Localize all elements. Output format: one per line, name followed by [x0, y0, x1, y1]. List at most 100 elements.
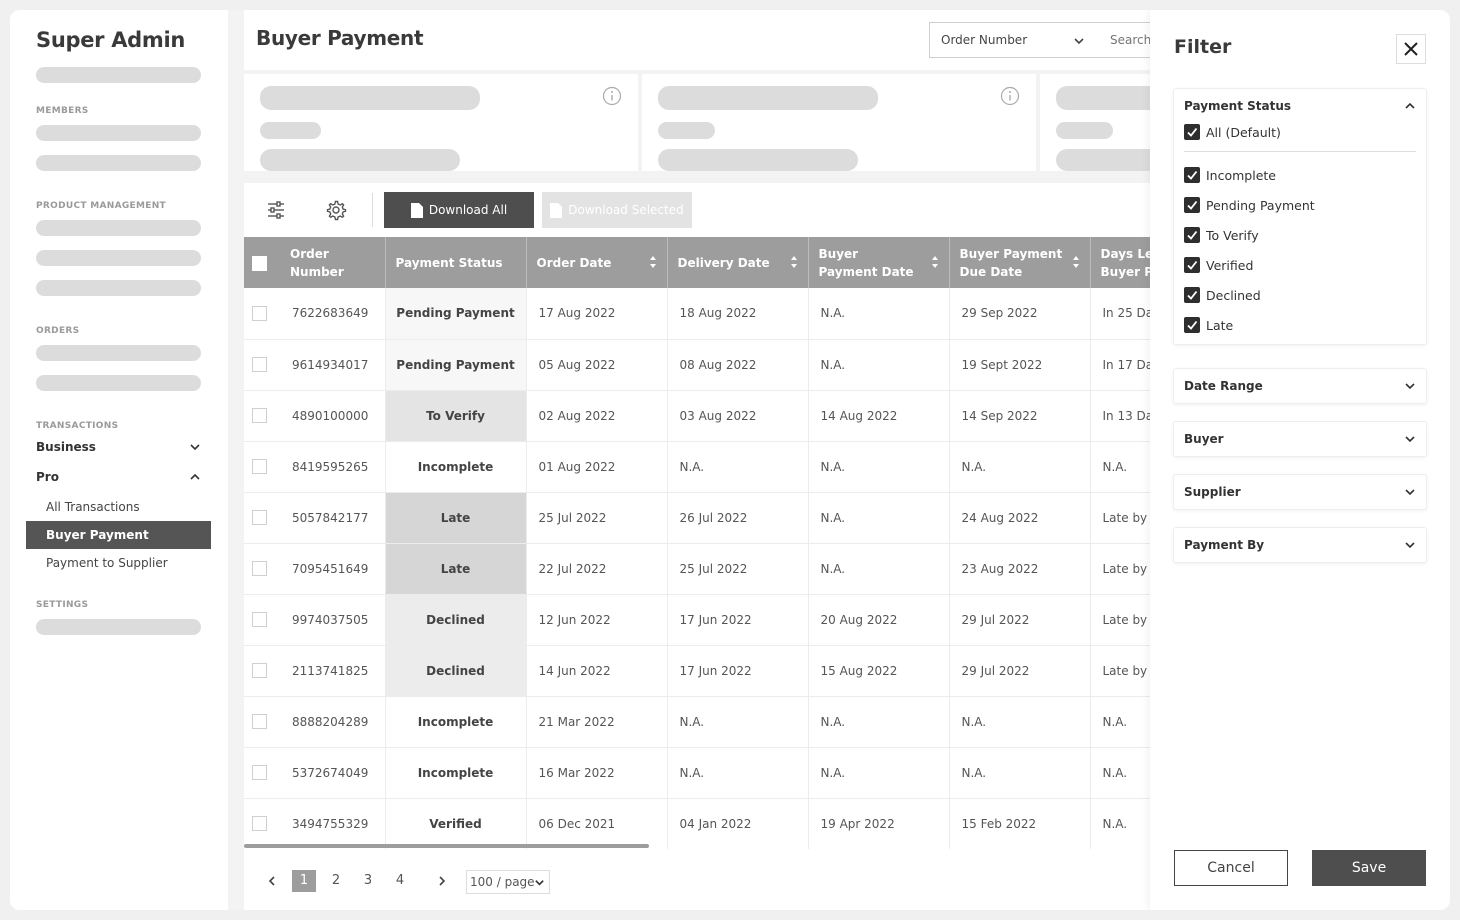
save-button[interactable]: Save: [1312, 850, 1426, 886]
cell-pay-date: N.A.: [808, 543, 950, 594]
nav-group-business[interactable]: Business: [36, 440, 201, 454]
chevron-right-icon[interactable]: [437, 876, 447, 886]
table-row[interactable]: 8419595265 Incomplete 01 Aug 2022 N.A. N.A. N…: [244, 441, 1305, 492]
search-field-select[interactable]: Order Number: [929, 22, 1100, 58]
filter-section: Buyer: [1173, 421, 1427, 457]
close-button[interactable]: [1396, 34, 1426, 64]
sidebar-item-all-transactions[interactable]: All Transactions: [26, 493, 211, 521]
horizontal-scrollbar[interactable]: [244, 844, 649, 848]
checkbox-option[interactable]: Verified: [1174, 250, 1426, 280]
row-checkbox[interactable]: [252, 714, 267, 729]
column-header-label: Delivery Date: [677, 255, 770, 270]
sliders-icon[interactable]: [265, 199, 287, 221]
row-checkbox[interactable]: [252, 612, 267, 627]
chevron-down-icon: [1405, 383, 1415, 390]
info-icon[interactable]: [1000, 86, 1020, 106]
download-all-label: Download All: [428, 203, 508, 217]
checkbox-checked[interactable]: [1184, 227, 1200, 243]
column-header-buyer-payment-date[interactable]: Buyer Payment Date: [808, 237, 950, 288]
chevron-left-icon[interactable]: [267, 876, 277, 886]
page-button-2[interactable]: 2: [324, 870, 348, 892]
checkbox-option[interactable]: Declined: [1174, 280, 1426, 310]
page-button-3[interactable]: 3: [356, 870, 380, 892]
cell-pay-date: N.A.: [808, 696, 950, 747]
card-placeholder: [1056, 122, 1113, 139]
column-header-label: Buyer Payment: [959, 246, 1063, 261]
card-placeholder: [658, 149, 858, 171]
select-all-checkbox[interactable]: [252, 255, 267, 271]
cell-due: 29 Jul 2022: [949, 594, 1091, 645]
table-row[interactable]: 9614934017 Pending Payment 05 Aug 2022 08 A…: [244, 339, 1305, 390]
sidebar-placeholder: [36, 125, 201, 141]
table-row[interactable]: 5372674049 Incomplete 16 Mar 2022 N.A. N.A. N…: [244, 747, 1305, 798]
table-row[interactable]: 7095451649 Late 22 Jul 2022 25 Jul 2022 N.A.…: [244, 543, 1305, 594]
row-checkbox[interactable]: [252, 663, 267, 678]
row-checkbox[interactable]: [252, 408, 267, 423]
table-row[interactable]: 5057842177 Late 25 Jul 2022 26 Jul 2022 N.A.…: [244, 492, 1305, 543]
cell-pay-date: N.A.: [808, 747, 950, 798]
accordion-header[interactable]: Buyer: [1174, 422, 1426, 456]
row-checkbox[interactable]: [252, 305, 267, 321]
cell-order-date: 01 Aug 2022: [526, 441, 668, 492]
cancel-button[interactable]: Cancel: [1174, 850, 1288, 886]
page-button-1[interactable]: 1: [292, 870, 316, 892]
table-row[interactable]: 4890100000 To Verify 02 Aug 2022 03 Aug 202…: [244, 390, 1305, 441]
accordion-header[interactable]: Date Range: [1174, 369, 1426, 403]
checkmark-icon: [1187, 230, 1198, 240]
download-selected-button[interactable]: Download Selected: [542, 192, 692, 228]
row-checkbox[interactable]: [252, 357, 267, 372]
row-select-cell: [244, 339, 280, 390]
checkbox-checked[interactable]: [1184, 287, 1200, 303]
filter-section: Supplier: [1173, 474, 1427, 510]
table-row[interactable]: 8888204289 Incomplete 21 Mar 2022 N.A. N.A. N…: [244, 696, 1305, 747]
row-checkbox[interactable]: [252, 459, 267, 474]
table-row[interactable]: 2113741825 Declined 14 Jun 2022 17 Jun 2022…: [244, 645, 1305, 696]
checkbox-option[interactable]: Pending Payment: [1174, 190, 1426, 220]
section-label-orders: ORDERS: [36, 326, 80, 336]
cell-status: Incomplete: [385, 696, 527, 747]
sidebar-item-buyer-payment[interactable]: Buyer Payment: [26, 521, 211, 549]
sidebar-item-payment-to-supplier[interactable]: Payment to Supplier: [26, 549, 211, 577]
nav-group-pro[interactable]: Pro: [36, 470, 201, 484]
column-header-due-date[interactable]: Buyer Payment Due Date: [949, 237, 1091, 288]
table-row[interactable]: 9974037505 Declined 12 Jun 2022 17 Jun 2022…: [244, 594, 1305, 645]
checkbox-checked[interactable]: [1184, 124, 1200, 140]
checkbox-checked[interactable]: [1184, 197, 1200, 213]
checkbox-checked[interactable]: [1184, 317, 1200, 333]
accordion-label: Payment By: [1184, 538, 1265, 552]
row-checkbox[interactable]: [252, 561, 267, 576]
cell-order: 3494755329: [280, 798, 386, 849]
checkbox-checked[interactable]: [1184, 167, 1200, 183]
toolbar-divider: [372, 193, 373, 227]
checkbox-checked[interactable]: [1184, 257, 1200, 273]
accordion-header[interactable]: Supplier: [1174, 475, 1426, 509]
page-button-4[interactable]: 4: [388, 870, 412, 892]
checkbox-option-all[interactable]: All (Default): [1174, 117, 1426, 147]
accordion-header[interactable]: Payment By: [1174, 528, 1426, 562]
cell-pay-date: 20 Aug 2022: [808, 594, 950, 645]
column-header-order-date[interactable]: Order Date: [526, 237, 668, 288]
page-size-select[interactable]: 100 / page: [466, 870, 550, 894]
table-row[interactable]: 3494755329 Verified 06 Dec 2021 04 Jan 2022…: [244, 798, 1305, 849]
cell-status: To Verify: [385, 390, 527, 441]
info-icon[interactable]: [602, 86, 622, 106]
column-header-delivery-date[interactable]: Delivery Date: [667, 237, 809, 288]
checkmark-icon: [1187, 200, 1198, 210]
cell-pay-date: N.A.: [808, 288, 950, 339]
checkbox-option[interactable]: Incomplete: [1174, 160, 1426, 190]
checkbox-option[interactable]: Late: [1174, 310, 1426, 340]
row-select-cell: [244, 441, 280, 492]
checkbox-option[interactable]: To Verify: [1174, 220, 1426, 250]
download-all-button[interactable]: Download All: [384, 192, 534, 228]
row-checkbox[interactable]: [252, 510, 267, 525]
sidebar-placeholder: [36, 619, 201, 635]
cell-order: 9614934017: [280, 339, 386, 390]
row-checkbox[interactable]: [252, 816, 267, 831]
checkbox-label: Pending Payment: [1206, 197, 1315, 213]
gear-icon[interactable]: [325, 199, 347, 221]
card-placeholder: [658, 122, 715, 139]
cell-pay-date: N.A.: [808, 492, 950, 543]
nav-group-label: Pro: [36, 470, 59, 484]
table-row[interactable]: 7622683649 Pending Payment 17 Aug 2022 18 A…: [244, 288, 1305, 339]
row-checkbox[interactable]: [252, 765, 267, 780]
